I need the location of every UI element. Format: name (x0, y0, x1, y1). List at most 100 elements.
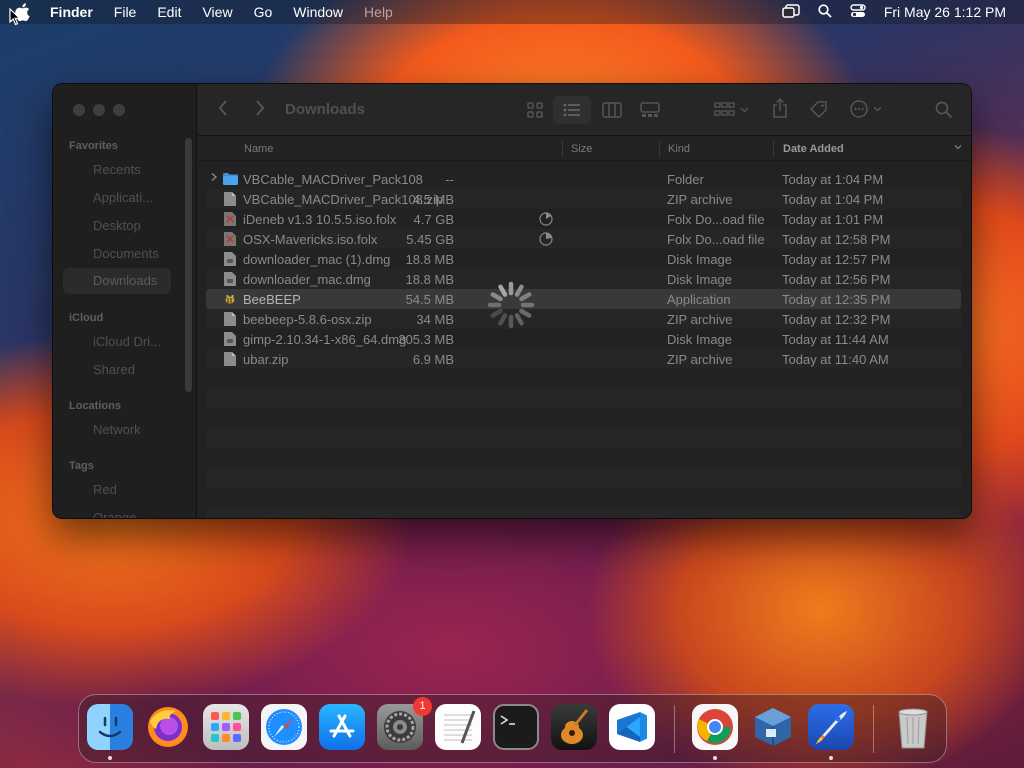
close-window-button[interactable] (73, 104, 85, 116)
menu-go[interactable]: Go (254, 4, 273, 20)
empty-list-row (206, 469, 961, 489)
file-date-added: Today at 12:56 PM (782, 272, 891, 287)
zip-icon (224, 352, 236, 366)
file-row-ideneb-folx[interactable]: iDeneb v1.3 10.5.5.iso.folx 4.7 GB Folx … (206, 209, 961, 229)
zoom-window-button[interactable] (113, 104, 125, 116)
dock-rocket-icon[interactable] (808, 704, 854, 750)
file-name: iDeneb v1.3 10.5.5.iso.folx (243, 212, 397, 227)
sidebar-item-shared[interactable]: Shared (93, 362, 188, 377)
dock-virtualbox-icon[interactable] (750, 704, 796, 750)
share-icon[interactable] (772, 97, 788, 123)
file-size: 4.7 GB (413, 212, 454, 227)
dock-separator (674, 705, 675, 753)
minimize-window-button[interactable] (93, 104, 105, 116)
menu-bar-clock[interactable]: Fri May 26 1:12 PM (884, 4, 1006, 20)
file-row-ubar-zip[interactable]: ubar.zip 6.9 MB ZIP archive Today at 11:… (206, 349, 961, 369)
disk-image-icon (224, 332, 236, 346)
sidebar-item-desktop[interactable]: Desktop (93, 218, 188, 233)
dock-app-store-icon[interactable] (319, 704, 365, 750)
file-row-gimp-dmg[interactable]: gimp-2.10.34-1-x86_64.dmg 305.3 MB Disk … (206, 329, 961, 349)
spotlight-search-icon[interactable] (818, 3, 832, 21)
stage-manager-icon[interactable] (782, 3, 800, 21)
gallery-view-icon[interactable] (640, 102, 660, 123)
file-row-beebeep-zip[interactable]: beebeep-5.8.6-osx.zip 34 MB ZIP archive … (206, 309, 961, 329)
search-icon[interactable] (935, 101, 953, 124)
file-kind: Folder (667, 172, 704, 187)
dock-chrome-icon[interactable] (692, 704, 738, 750)
file-kind: Folx Do...oad file (667, 232, 765, 247)
sidebar-item-tag-red[interactable]: Red (93, 482, 188, 497)
file-name: downloader_mac (1).dmg (243, 252, 391, 267)
sidebar-header-icloud: iCloud (69, 312, 104, 324)
tag-icon[interactable] (809, 100, 829, 123)
file-size: 6.9 MB (412, 352, 454, 367)
file-row-downloader-mac-1-dmg[interactable]: downloader_mac (1).dmg 18.8 MB Disk Imag… (206, 249, 961, 269)
empty-list-row (206, 509, 961, 518)
more-actions-icon[interactable] (850, 100, 886, 123)
file-row-vbcable-zip[interactable]: VBCable_MACDriver_Pack108.zip 4.5 MB ZIP… (206, 189, 961, 209)
file-name: ubar.zip (243, 352, 289, 367)
menu-help[interactable]: Help (364, 4, 393, 20)
dock-garageband-icon[interactable] (551, 704, 597, 750)
column-header-size[interactable]: Size (571, 143, 592, 155)
dock-safari-icon[interactable] (261, 704, 307, 750)
finder-sidebar: Favorites Recents Applicati... Desktop D… (53, 84, 197, 518)
column-header-name[interactable]: Name (244, 143, 273, 155)
file-name: VBCable_MACDriver_Pack108 (243, 172, 423, 187)
disclosure-triangle-icon[interactable] (210, 172, 218, 185)
download-progress-icon (539, 232, 553, 249)
disk-image-icon (224, 252, 236, 266)
file-size: 4.5 MB (412, 192, 454, 207)
file-kind: ZIP archive (667, 192, 733, 207)
sidebar-header-tags: Tags (69, 460, 94, 472)
file-kind: Disk Image (667, 252, 733, 267)
file-row-beebeep-app[interactable]: BeeBEEP 54.5 MB Application Today at 12:… (206, 289, 961, 309)
running-indicator (108, 756, 112, 760)
window-title: Downloads (285, 101, 366, 118)
dock-launchpad-icon[interactable] (203, 704, 249, 750)
file-size: -- (445, 172, 454, 187)
sidebar-item-applications[interactable]: Applicati... (93, 190, 188, 205)
forward-chevron-icon[interactable] (255, 100, 265, 121)
dock-trash-icon[interactable] (890, 704, 936, 750)
file-date-added: Today at 1:04 PM (782, 192, 884, 207)
sort-chevron-icon[interactable] (953, 142, 963, 155)
column-header-kind[interactable]: Kind (668, 143, 690, 155)
folder-icon (223, 173, 238, 185)
running-indicator (829, 756, 833, 760)
group-by-icon[interactable] (714, 102, 750, 123)
column-view-icon[interactable] (602, 102, 622, 123)
file-size: 34 MB (416, 312, 454, 327)
menu-view[interactable]: View (202, 4, 232, 20)
control-center-icon[interactable] (850, 3, 866, 21)
window-controls (73, 104, 125, 116)
column-header-date-added[interactable]: Date Added (783, 143, 844, 155)
file-date-added: Today at 1:04 PM (782, 172, 884, 187)
sidebar-item-documents[interactable]: Documents (93, 246, 188, 261)
icon-view-grid-icon[interactable] (527, 102, 543, 123)
dock-firefox-icon[interactable] (145, 704, 191, 750)
menu-file[interactable]: File (114, 4, 137, 20)
sidebar-item-icloud-drive[interactable]: iCloud Dri... (93, 334, 188, 349)
menu-app-finder[interactable]: Finder (50, 4, 93, 20)
sidebar-scrollbar[interactable] (185, 138, 192, 392)
file-size: 5.45 GB (406, 232, 454, 247)
list-view-button[interactable] (553, 96, 591, 124)
file-date-added: Today at 11:40 AM (782, 352, 889, 367)
dock-vscode-icon[interactable] (609, 704, 655, 750)
file-row-downloader-mac-dmg[interactable]: downloader_mac.dmg 18.8 MB Disk Image To… (206, 269, 961, 289)
back-chevron-icon[interactable] (218, 100, 228, 121)
sidebar-item-tag-orange[interactable]: Orange (93, 510, 188, 518)
dock-textedit-icon[interactable] (435, 704, 481, 750)
sidebar-item-recents[interactable]: Recents (93, 162, 188, 177)
dock-system-settings-icon[interactable]: 1 (377, 697, 432, 750)
file-row-osx-mavericks-folx[interactable]: OSX-Mavericks.iso.folx 5.45 GB Folx Do..… (206, 229, 961, 249)
dock-finder-icon[interactable] (87, 704, 133, 750)
sidebar-item-downloads[interactable]: Downloads (63, 268, 171, 294)
dock-terminal-icon[interactable] (493, 704, 539, 750)
menu-window[interactable]: Window (293, 4, 343, 20)
menu-edit[interactable]: Edit (157, 4, 181, 20)
folx-download-icon (224, 232, 236, 246)
sidebar-item-network[interactable]: Network (93, 422, 188, 437)
file-row-vbcable-folder[interactable]: VBCable_MACDriver_Pack108 -- Folder Toda… (206, 169, 961, 189)
